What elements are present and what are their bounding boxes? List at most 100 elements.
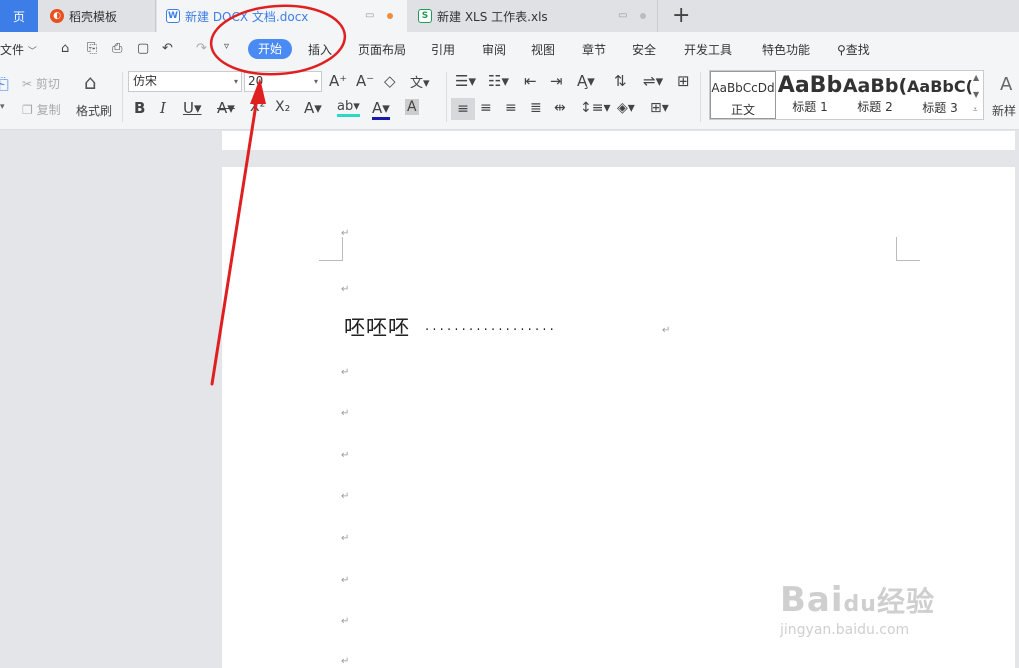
menu-bar: 文件 ﹀ ⌂ ⎘ ⎙ ▢ ↶ ↷ ▿ 开始 插入 页面布局 引用 审阅 视图 章… <box>0 32 1019 66</box>
shading-icon[interactable]: ◈▾ <box>617 100 635 116</box>
chevron-down-icon: ▾ <box>313 77 318 86</box>
highlight-icon[interactable]: ab▾ <box>337 99 360 117</box>
italic-icon[interactable]: I <box>160 99 166 117</box>
tab-xls-sheet[interactable]: S 新建 XLS 工作表.xls ▭ <box>408 0 658 32</box>
numbered-list-icon[interactable]: ☷▾ <box>488 72 509 90</box>
bold-icon[interactable]: B <box>134 99 145 117</box>
sort-icon[interactable]: ⇅ <box>614 72 627 90</box>
font-color-icon[interactable]: A▾ <box>372 99 390 120</box>
cut-button[interactable]: ✂ 剪切 <box>22 75 60 92</box>
distribute-icon[interactable]: ⇹ <box>554 100 566 116</box>
justify-icon[interactable]: ≣ <box>530 100 542 116</box>
tab-docx-document[interactable]: W 新建 DOCX 文档.docx ▭ <box>157 0 407 32</box>
bullet-list-icon[interactable]: ☰▾ <box>455 72 476 90</box>
menu-special-features[interactable]: 特色功能 <box>762 41 810 58</box>
align-right-icon[interactable]: ≡ <box>505 100 517 116</box>
paragraph-mark: ↵ <box>341 616 350 627</box>
increase-indent-icon[interactable]: ⇥ <box>550 72 563 90</box>
paragraph-mark: ↵ <box>341 228 350 239</box>
menu-file-label: 文件 <box>0 43 25 57</box>
phonetic-guide-icon[interactable]: 文▾ <box>410 72 430 91</box>
print-preview-icon[interactable]: ▢ <box>137 41 149 56</box>
baidu-jingyan-watermark: Baidu经验 jingyan.baidu.com <box>780 580 935 638</box>
paragraph-mark: ↵ <box>341 491 350 502</box>
undo-icon[interactable]: ↶ <box>162 41 173 56</box>
menu-references[interactable]: 引用 <box>431 41 455 58</box>
menu-insert[interactable]: 插入 <box>308 41 332 58</box>
menu-page-layout[interactable]: 页面布局 <box>358 41 406 58</box>
paragraph-mark: ↵ <box>341 284 350 295</box>
excel-icon: S <box>418 9 432 23</box>
style-sample: AaBb <box>777 73 843 98</box>
menu-developer-tools[interactable]: 开发工具 <box>684 41 732 58</box>
menu-start-tab[interactable]: 开始 <box>248 39 292 59</box>
redo-icon[interactable]: ↷ <box>196 41 207 56</box>
copy-button[interactable]: ❐ 复制 <box>22 101 61 118</box>
superscript-icon[interactable]: X² <box>250 99 265 115</box>
gallery-up-icon[interactable]: ▲ <box>973 73 979 82</box>
font-name-select[interactable]: 仿宋 ▾ <box>128 71 242 92</box>
menu-file[interactable]: 文件 ﹀ <box>0 41 37 58</box>
new-style-button[interactable]: 新样 <box>992 102 1016 119</box>
menu-security[interactable]: 安全 <box>632 41 656 58</box>
document-body-text[interactable]: 呸呸呸 <box>344 312 410 342</box>
save-icon[interactable]: ⎘ <box>87 41 97 56</box>
underline-icon[interactable]: U▾ <box>183 99 202 117</box>
borders-icon[interactable]: ⊞▾ <box>650 100 669 116</box>
show-hide-marks-icon[interactable]: ⇌▾ <box>643 72 663 90</box>
style-sample: AaBb( <box>842 75 908 97</box>
tab-daoke-template[interactable]: ◐ 稻壳模板 <box>38 0 156 32</box>
new-style-icon[interactable]: A <box>1000 74 1012 95</box>
text-effect-icon[interactable]: A▾ <box>304 99 322 117</box>
font-size-value: 20 <box>248 74 264 88</box>
monitor-icon[interactable]: ▭ <box>365 10 374 21</box>
tab-label: 新建 XLS 工作表.xls <box>437 9 548 24</box>
ribbon-divider <box>700 72 701 122</box>
word-icon: W <box>166 9 180 23</box>
new-tab-plus-icon[interactable]: + <box>672 3 690 28</box>
ribbon-divider <box>446 72 447 122</box>
monitor-icon[interactable]: ▭ <box>618 10 627 21</box>
close-dot-icon[interactable] <box>640 13 646 19</box>
style-heading-1[interactable]: AaBb 标题 1 <box>777 71 843 119</box>
paste-icon[interactable]: ⎗ <box>0 74 9 94</box>
watermark-paw: du <box>843 592 877 617</box>
decrease-font-icon[interactable]: A⁻ <box>356 72 374 90</box>
style-normal[interactable]: AaBbCcDd 正文 <box>710 71 776 119</box>
menu-review[interactable]: 审阅 <box>482 41 506 58</box>
quick-access-dropdown-icon[interactable]: ▿ <box>224 41 229 52</box>
tab-label: 稻壳模板 <box>69 9 118 24</box>
paste-dropdown-icon[interactable]: ▾ <box>0 102 5 112</box>
decrease-indent-icon[interactable]: ⇤ <box>524 72 537 90</box>
menu-chapter[interactable]: 章节 <box>582 41 606 58</box>
print-icon[interactable]: ⎙ <box>112 41 122 56</box>
align-center-icon[interactable]: ≡ <box>480 100 492 116</box>
gallery-more-icon[interactable]: ⩡ <box>973 105 978 115</box>
paragraph-mark: ↵ <box>341 575 350 586</box>
gallery-down-icon[interactable]: ▼ <box>973 90 979 99</box>
tab-home[interactable]: 页 <box>0 0 38 32</box>
chevron-down-icon: ▾ <box>233 77 238 86</box>
style-heading-2[interactable]: AaBb( 标题 2 <box>842 71 908 119</box>
align-left-icon[interactable]: ≡ <box>451 98 475 120</box>
font-name-value: 仿宋 <box>133 74 158 88</box>
clear-format-icon[interactable]: ◇ <box>384 72 396 90</box>
increase-font-icon[interactable]: A⁺ <box>329 72 347 90</box>
chinese-layout-icon[interactable]: A̧▾ <box>577 72 595 90</box>
style-sample: AaBbC( <box>907 77 973 96</box>
font-size-select[interactable]: 20 ▾ <box>244 71 322 92</box>
cut-label: 剪切 <box>35 77 60 91</box>
style-heading-3[interactable]: AaBbC( 标题 3 <box>907 71 973 119</box>
char-shading-icon[interactable]: A <box>405 99 419 115</box>
menu-view[interactable]: 视图 <box>531 41 555 58</box>
line-spacing-icon[interactable]: ↕≡▾ <box>580 100 611 116</box>
watermark-cn: 经验 <box>876 585 935 618</box>
menu-search[interactable]: ⚲查找 <box>837 41 870 58</box>
subscript-icon[interactable]: X₂ <box>275 99 290 115</box>
table-icon[interactable]: ⊞ <box>677 72 690 90</box>
style-gallery: AaBbCcDd 正文 AaBb 标题 1 AaBb( 标题 2 AaBbC( … <box>709 70 984 120</box>
open-folder-icon[interactable]: ⌂ <box>61 41 69 56</box>
copy-label: 复制 <box>36 103 61 117</box>
strikethrough-icon[interactable]: A▾ <box>217 99 235 117</box>
format-painter-button[interactable]: 格式刷 <box>76 102 112 119</box>
